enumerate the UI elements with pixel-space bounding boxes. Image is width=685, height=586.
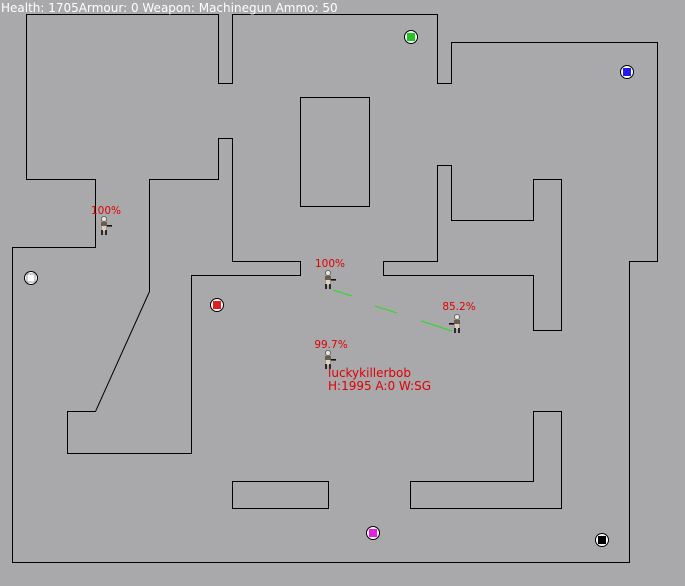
- health-percentage: 100%: [91, 205, 121, 217]
- outer-wall: [12, 14, 658, 563]
- health-percentage: 99.7%: [314, 339, 347, 351]
- health-percentage: 85.2%: [442, 301, 475, 313]
- player-soldier-center[interactable]: 100%: [315, 258, 345, 289]
- upper-left-inner-wall: [67, 138, 301, 454]
- red-pickup-icon[interactable]: [210, 298, 224, 312]
- soldier-sprite-icon: [101, 216, 112, 235]
- bottom-left-block: [232, 481, 329, 509]
- black-pickup-icon[interactable]: [595, 533, 609, 547]
- bottom-right-wall: [410, 411, 562, 509]
- players: 100% 100% 85.2% 99.7% luckykillerbob H:1…: [91, 205, 476, 393]
- tracer-segment: [374, 305, 398, 314]
- white-pickup-icon[interactable]: [24, 271, 38, 285]
- magenta-pickup-icon[interactable]: [366, 526, 380, 540]
- player-soldier-local[interactable]: 99.7% luckykillerbob H:1995 A:0 W:SG: [314, 339, 431, 393]
- tracer-segment: [420, 320, 453, 332]
- health-percentage: 100%: [315, 258, 345, 270]
- game-viewport[interactable]: 100% 100% 85.2% 99.7% luckykillerbob H:1…: [0, 0, 685, 586]
- player-name: luckykillerbob: [328, 366, 411, 380]
- green-pickup-icon[interactable]: [404, 30, 418, 44]
- player-soldier-right[interactable]: 85.2%: [442, 301, 476, 333]
- status-bar: Health: 1705Armour: 0 Weapon: Machinegun…: [1, 1, 338, 15]
- walls: [12, 14, 658, 563]
- blue-pickup-icon[interactable]: [620, 65, 634, 79]
- arena-map: 100% 100% 85.2% 99.7% luckykillerbob H:1…: [12, 14, 658, 563]
- tracers: [332, 289, 453, 332]
- player-stats: H:1995 A:0 W:SG: [328, 379, 431, 393]
- tracer-segment: [332, 289, 353, 297]
- central-pillar: [300, 97, 370, 207]
- soldier-sprite-icon: [325, 270, 336, 289]
